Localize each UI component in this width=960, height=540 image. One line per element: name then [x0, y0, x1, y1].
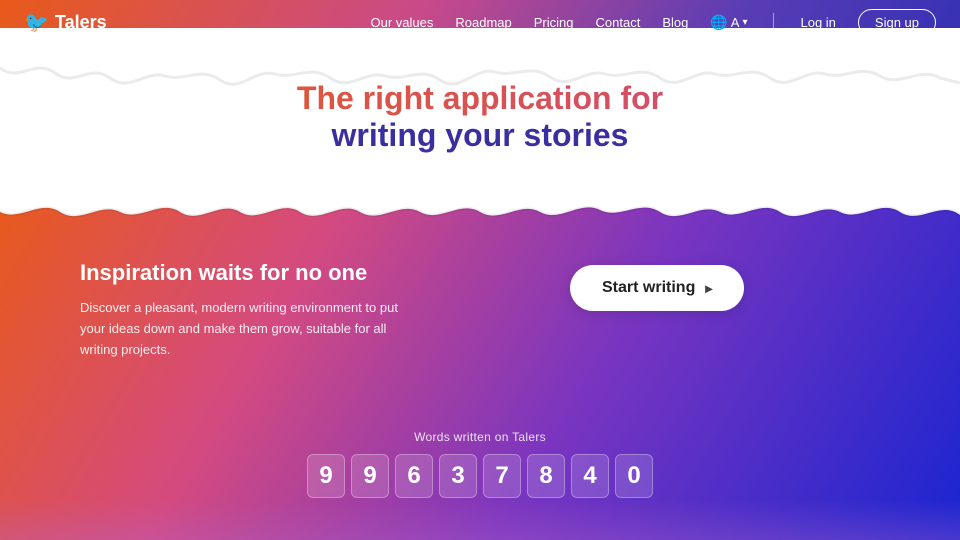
login-button[interactable]: Log in [800, 15, 835, 30]
navbar: 🐦 Talers Our values Roadmap Pricing Cont… [0, 0, 960, 44]
counter-label: Words written on Talers [414, 430, 546, 444]
nav-blog[interactable]: Blog [662, 15, 688, 30]
digit-box: 8 [527, 454, 565, 498]
start-writing-label: Start writing [602, 279, 695, 297]
start-writing-button[interactable]: Start writing ▸ [570, 265, 744, 311]
counter-digits: 99637840 [307, 454, 653, 498]
hero-title-line2: writing your stories [0, 117, 960, 154]
nav-links: Our values Roadmap Pricing Contact Blog … [371, 9, 937, 36]
word-counter-section: Words written on Talers 99637840 [0, 430, 960, 498]
hero-section: The right application for writing your s… [0, 80, 960, 154]
nav-divider [773, 13, 774, 31]
nav-pricing[interactable]: Pricing [534, 15, 574, 30]
digit-box: 0 [615, 454, 653, 498]
description: Discover a pleasant, modern writing envi… [80, 298, 420, 360]
language-switcher[interactable]: 🌐 A ▾ [710, 14, 747, 31]
nav-our-values[interactable]: Our values [371, 15, 434, 30]
logo-bird-icon: 🐦 [24, 10, 49, 35]
digit-box: 9 [351, 454, 389, 498]
digit-box: 9 [307, 454, 345, 498]
tagline: Inspiration waits for no one [80, 260, 367, 286]
digit-box: 6 [395, 454, 433, 498]
digit-box: 3 [439, 454, 477, 498]
logo[interactable]: 🐦 Talers [24, 10, 107, 35]
signup-button[interactable]: Sign up [858, 9, 936, 36]
lang-icon: 🌐 [710, 14, 727, 31]
hero-title-line1: The right application for [0, 80, 960, 117]
brand-name: Talers [55, 12, 107, 33]
lang-label: A [731, 15, 740, 30]
nav-contact[interactable]: Contact [596, 15, 641, 30]
digit-box: 7 [483, 454, 521, 498]
lang-dropdown-icon: ▾ [742, 17, 747, 28]
digit-box: 4 [571, 454, 609, 498]
arrow-right-icon: ▸ [705, 280, 712, 297]
nav-roadmap[interactable]: Roadmap [455, 15, 511, 30]
